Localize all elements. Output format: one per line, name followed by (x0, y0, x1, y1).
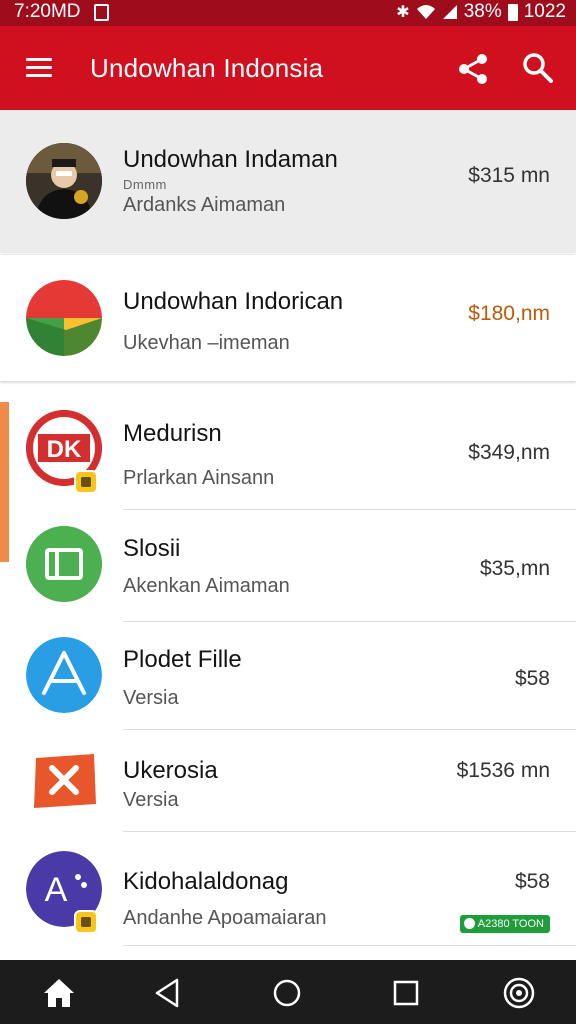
status-badge: A2380 TOON (459, 915, 550, 933)
battery-percent: 38% (463, 1, 502, 22)
navigation-bar (0, 960, 576, 1024)
list-item[interactable]: A Kidohalaldonag Andanhe Apoamaiaran $58… (0, 832, 576, 946)
status-bar: 7:20MD ✱ 38% 1022 (0, 0, 576, 26)
item-price: $315 mn (468, 164, 550, 187)
signal-icon (442, 5, 457, 19)
app-badge-icon (74, 470, 98, 494)
wifi-icon (416, 5, 435, 19)
search-icon[interactable] (520, 50, 556, 86)
item-subtitle: Akenkan Aimaman (123, 575, 290, 597)
item-price: $58 (514, 667, 550, 690)
item-price: $58 (514, 870, 550, 893)
target-icon[interactable] (501, 976, 537, 1010)
item-subtitle: Ukevhan –imeman (123, 332, 290, 354)
list-item[interactable]: DK Medurisn Prlarkan Ainsann $349,nm (0, 385, 576, 510)
green-book-logo (26, 526, 102, 602)
recents-icon[interactable] (388, 976, 424, 1010)
item-title: Undowhan Indaman (123, 146, 338, 173)
list-item[interactable]: Ukerosia Versia $1536 mn (0, 730, 576, 832)
item-title: Slosii (123, 535, 181, 562)
blue-a-logo (26, 637, 102, 713)
app-badge-icon (74, 910, 98, 934)
item-title: Kidohalaldonag (123, 868, 289, 895)
app-title: Undowhan Indonsia (90, 53, 324, 83)
item-subtitle-small: Dmmm (123, 177, 167, 192)
scroll-accent-bar (0, 402, 9, 562)
item-price: $1536 mn (456, 759, 550, 782)
status-time: 7:20MD (14, 1, 81, 22)
item-subtitle: Ardanks Aimaman (123, 194, 286, 216)
share-icon[interactable] (456, 52, 492, 86)
orange-x-logo (32, 752, 98, 810)
list-item[interactable]: Undowhan Indaman Dmmm Ardanks Aimaman $3… (0, 110, 576, 253)
item-subtitle: Andanhe Apoamaiaran (123, 907, 327, 929)
item-subtitle: Versia (123, 789, 179, 811)
divider (123, 945, 576, 946)
notification-icon (94, 4, 109, 21)
svg-text:A: A (45, 871, 68, 909)
home-icon[interactable] (41, 976, 77, 1010)
status-clock: 1022 (523, 1, 566, 22)
circle-home-icon[interactable] (269, 976, 305, 1010)
item-price: $180,nm (468, 302, 550, 325)
item-title: Ukerosia (123, 757, 218, 784)
person-portrait-avatar (26, 143, 102, 219)
item-price: $35,mn (479, 557, 550, 580)
app-bar: Undowhan Indonsia (0, 26, 576, 110)
chrome-like-logo (26, 280, 102, 356)
item-subtitle: Versia (123, 687, 179, 709)
bluetooth-icon: ✱ (396, 4, 410, 21)
list-item[interactable]: Plodet Fille Versia $58 (0, 622, 576, 730)
item-title: Medurisn (123, 420, 222, 447)
status-icons: ✱ 38% 1022 (396, 1, 566, 23)
item-price: $349,nm (468, 441, 550, 464)
item-subtitle: Prlarkan Ainsann (123, 467, 275, 489)
battery-icon (507, 3, 518, 21)
item-title: Undowhan Indorican (123, 288, 344, 315)
list-item[interactable]: Slosii Akenkan Aimaman $35,mn (0, 510, 576, 622)
list-item[interactable]: Undowhan Indorican Ukevhan –imeman $180,… (0, 255, 576, 381)
back-icon[interactable] (150, 976, 186, 1010)
item-title: Plodet Fille (123, 646, 242, 673)
menu-icon[interactable] (22, 54, 56, 82)
svg-text:DK: DK (47, 436, 82, 463)
